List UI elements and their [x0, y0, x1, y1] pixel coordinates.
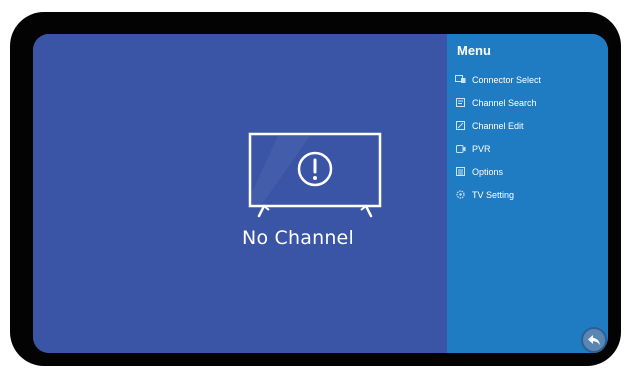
options-icon	[455, 166, 466, 177]
menu-item-connector-select[interactable]: Connector Select	[455, 68, 605, 91]
channel-search-icon	[455, 97, 466, 108]
back-button[interactable]	[581, 327, 607, 353]
menu-item-options[interactable]: Options	[455, 160, 605, 183]
menu-item-tv-setting[interactable]: TV Setting	[455, 183, 605, 206]
menu-item-label: Channel Edit	[472, 120, 524, 131]
menu-item-label: Connector Select	[472, 74, 542, 85]
channel-edit-icon	[455, 120, 466, 131]
menu-title: Menu	[457, 43, 491, 58]
gear-icon	[455, 189, 466, 200]
menu-item-channel-edit[interactable]: Channel Edit	[455, 114, 605, 137]
input-source-icon	[455, 74, 466, 85]
main-content-area: No Channel	[33, 34, 447, 353]
menu-item-label: Options	[472, 166, 504, 177]
menu-item-label: TV Setting	[472, 189, 515, 200]
menu-item-label: PVR	[472, 143, 491, 154]
menu-item-label: Channel Search	[472, 97, 537, 108]
menu-item-channel-search[interactable]: Channel Search	[455, 91, 605, 114]
record-icon	[455, 143, 466, 154]
side-menu: Menu Connector Select Channel Search Cha…	[447, 34, 608, 353]
menu-item-pvr[interactable]: PVR	[455, 137, 605, 160]
tv-screen: No Channel Menu Connector Select Channel…	[33, 34, 608, 353]
tv-warning-icon	[248, 132, 382, 218]
back-arrow-icon	[587, 334, 601, 346]
menu-list: Connector Select Channel Search Channel …	[455, 68, 605, 206]
